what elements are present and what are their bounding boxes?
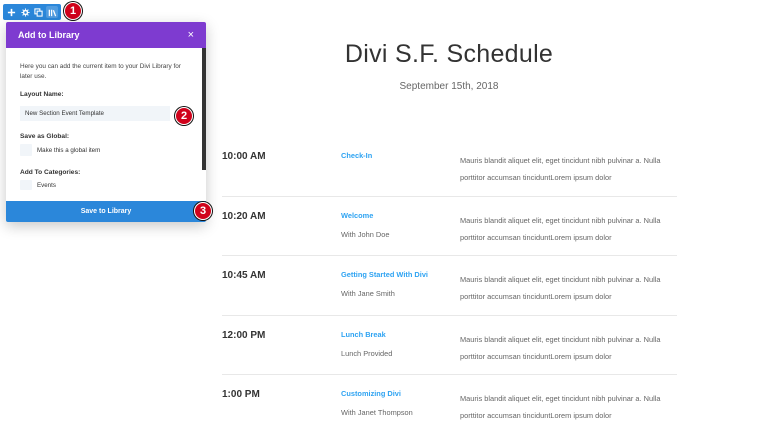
modal-header: Add to Library × xyxy=(6,22,206,48)
page-title: Divi S.F. Schedule xyxy=(344,40,554,68)
session-description: Mauris blandit aliquet elit, eget tincid… xyxy=(460,275,661,301)
step-badge-2: 2 xyxy=(175,107,193,125)
add-to-library-modal: Add to Library × Here you can add the cu… xyxy=(6,22,206,222)
schedule-row: 10:20 AM Welcome With John Doe Mauris bl… xyxy=(222,197,677,256)
gear-icon[interactable] xyxy=(19,6,31,18)
step-badge-1: 1 xyxy=(64,2,82,20)
session-time: 10:20 AM xyxy=(222,210,266,222)
session-title: Check-In xyxy=(341,151,373,160)
close-icon[interactable]: × xyxy=(188,29,194,41)
modal-intro-text: Here you can add the current item to you… xyxy=(20,63,181,80)
session-title: Lunch Break xyxy=(341,329,386,339)
modal-title: Add to Library xyxy=(18,30,80,40)
schedule-row: 12:00 PM Lunch Break Lunch Provided Maur… xyxy=(222,316,677,375)
session-description: Mauris blandit aliquet elit, eget tincid… xyxy=(460,215,661,242)
categories-label: Add To Categories: xyxy=(20,169,81,176)
library-icon[interactable] xyxy=(46,6,59,18)
page-date: September 15th, 2018 xyxy=(399,81,499,92)
session-time: 10:00 AM xyxy=(222,151,266,162)
schedule-row: 10:45 AM Getting Started With Divi With … xyxy=(222,256,677,316)
session-description: Mauris blandit aliquet elit, eget tincid… xyxy=(460,334,661,361)
module-toolbar xyxy=(3,4,61,20)
session-speaker: With Jane Smith xyxy=(341,289,395,298)
session-time: 12:00 PM xyxy=(222,329,266,341)
global-item-checkbox[interactable] xyxy=(20,144,32,156)
layout-name-input[interactable] xyxy=(20,106,170,121)
modal-body: Here you can add the current item to you… xyxy=(6,48,206,201)
save-global-label: Save as Global: xyxy=(20,133,70,140)
schedule-row: 10:00 AM Check-In Mauris blandit aliquet… xyxy=(222,137,677,197)
session-speaker: With John Doe xyxy=(341,229,390,239)
category-option-events[interactable]: Events xyxy=(20,180,192,190)
save-to-library-button[interactable]: Save to Library xyxy=(6,201,206,222)
schedule-list: 10:00 AM Check-In Mauris blandit aliquet… xyxy=(222,137,677,427)
session-description: Mauris blandit aliquet elit, eget tincid… xyxy=(460,156,661,182)
session-description: Mauris blandit aliquet elit, eget tincid… xyxy=(460,394,661,420)
layout-name-label: Layout Name: xyxy=(20,91,64,98)
step-badge-3: 3 xyxy=(194,202,212,220)
duplicate-icon[interactable] xyxy=(33,6,45,18)
session-title: Getting Started With Divi xyxy=(341,270,428,279)
session-time: 10:45 AM xyxy=(222,270,266,281)
session-title: Welcome xyxy=(341,210,374,220)
global-item-checkbox-label: Make this a global item xyxy=(37,146,101,154)
events-category-checkbox[interactable] xyxy=(20,180,32,190)
session-time: 1:00 PM xyxy=(222,389,260,400)
schedule-row: 1:00 PM Customizing Divi With Janet Thom… xyxy=(222,375,677,427)
global-item-option[interactable]: Make this a global item xyxy=(20,144,192,156)
add-icon[interactable] xyxy=(6,6,18,18)
session-title: Customizing Divi xyxy=(341,389,401,398)
session-speaker: Lunch Provided xyxy=(341,348,393,358)
session-speaker: With Janet Thompson xyxy=(341,408,413,417)
events-category-label: Events xyxy=(37,181,56,189)
